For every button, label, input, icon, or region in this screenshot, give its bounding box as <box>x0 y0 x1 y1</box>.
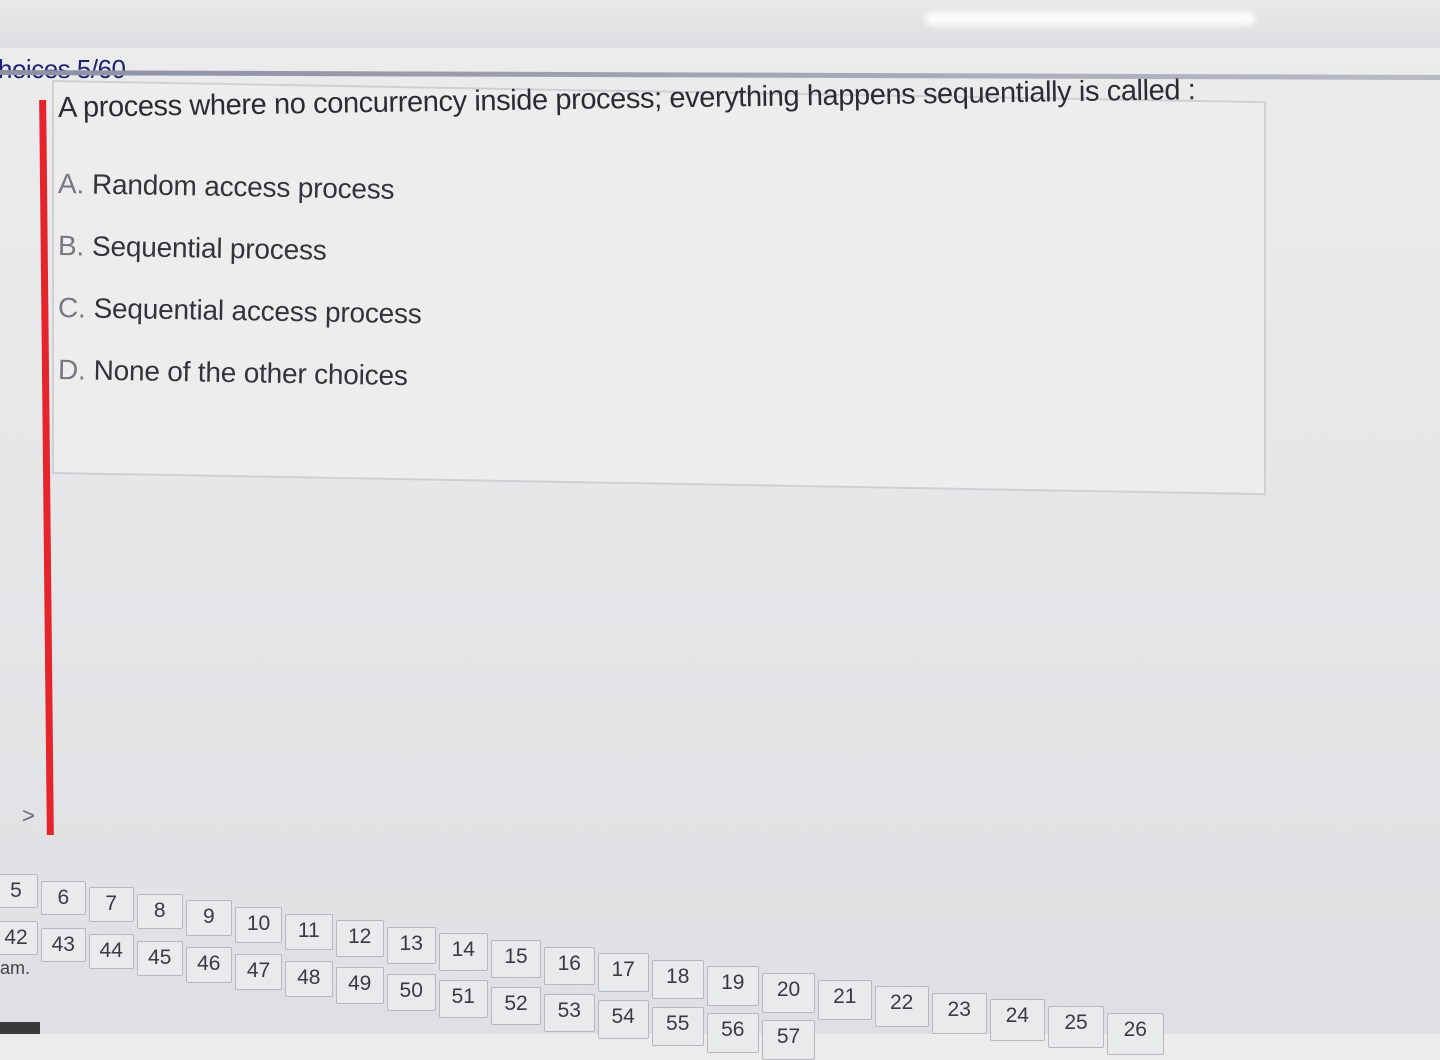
question-nav-button[interactable]: 54 <box>597 1000 649 1039</box>
question-nav-button[interactable]: 48 <box>285 960 333 997</box>
option-label: Sequential access process <box>93 292 422 330</box>
question-nav-button[interactable]: 24 <box>989 999 1045 1041</box>
question-nav-button[interactable]: 43 <box>41 927 86 962</box>
question-nav-button[interactable]: 57 <box>762 1020 815 1060</box>
question-nav-button[interactable]: 23 <box>931 992 987 1034</box>
question-nav-button[interactable]: 42 <box>0 921 38 955</box>
footer-note: am. <box>0 958 31 978</box>
chevron-right-icon[interactable]: > <box>22 803 35 829</box>
question-nav-button[interactable]: 6 <box>41 880 86 915</box>
question-nav-button[interactable]: 56 <box>706 1013 759 1053</box>
question-nav-button[interactable]: 11 <box>285 913 333 950</box>
question-nav-button[interactable]: 50 <box>386 973 436 1011</box>
question-nav-button[interactable]: 55 <box>651 1006 704 1046</box>
question-nav-button[interactable]: 25 <box>1048 1006 1104 1048</box>
question-nav-button[interactable]: 8 <box>136 893 183 929</box>
option-letter: C. <box>57 292 86 324</box>
screen-glare <box>925 12 1255 26</box>
question-nav-button[interactable]: 51 <box>438 980 488 1018</box>
question-nav-button[interactable]: 47 <box>235 954 282 990</box>
question-nav-button[interactable]: 18 <box>651 959 704 999</box>
question-nav-button[interactable]: 13 <box>386 926 436 964</box>
header-divider <box>0 70 1440 81</box>
question-nav-button[interactable]: 21 <box>818 979 872 1020</box>
option-b[interactable]: B. Sequential process <box>58 230 327 267</box>
option-d[interactable]: D. None of the other choices <box>58 354 408 392</box>
question-nav-button[interactable]: 14 <box>438 933 488 971</box>
question-panel <box>52 80 1266 496</box>
option-letter: B. <box>57 230 85 262</box>
question-nav-button[interactable]: 22 <box>874 986 929 1027</box>
screen-bezel <box>0 1022 40 1034</box>
option-letter: D. <box>57 354 86 386</box>
question-nav-button[interactable]: 44 <box>88 934 134 969</box>
question-nav-button[interactable]: 17 <box>597 953 649 992</box>
question-nav-button[interactable]: 45 <box>136 940 183 976</box>
question-nav-button[interactable]: 19 <box>706 966 759 1006</box>
option-label: Sequential process <box>91 230 327 266</box>
question-nav-button[interactable]: 16 <box>544 946 595 985</box>
question-nav-button[interactable]: 49 <box>335 967 384 1004</box>
question-nav-button[interactable]: 9 <box>185 900 232 936</box>
option-label: Random access process <box>91 168 395 205</box>
question-nav-button[interactable]: 20 <box>762 973 815 1013</box>
option-label: None of the other choices <box>93 354 408 392</box>
option-a[interactable]: A. Random access process <box>58 168 395 206</box>
question-nav-button[interactable]: 12 <box>335 920 384 957</box>
question-nav-button[interactable]: 5 <box>0 874 38 908</box>
question-nav-button[interactable]: 15 <box>491 940 541 978</box>
question-nav-button[interactable]: 53 <box>544 993 595 1032</box>
option-letter: A. <box>57 168 85 200</box>
question-nav-button[interactable]: 52 <box>491 987 541 1025</box>
option-c[interactable]: C. Sequential access process <box>58 292 422 330</box>
question-nav-button[interactable]: 46 <box>185 947 232 983</box>
question-nav-button[interactable]: 10 <box>235 907 282 943</box>
question-nav-button[interactable]: 7 <box>88 887 134 922</box>
